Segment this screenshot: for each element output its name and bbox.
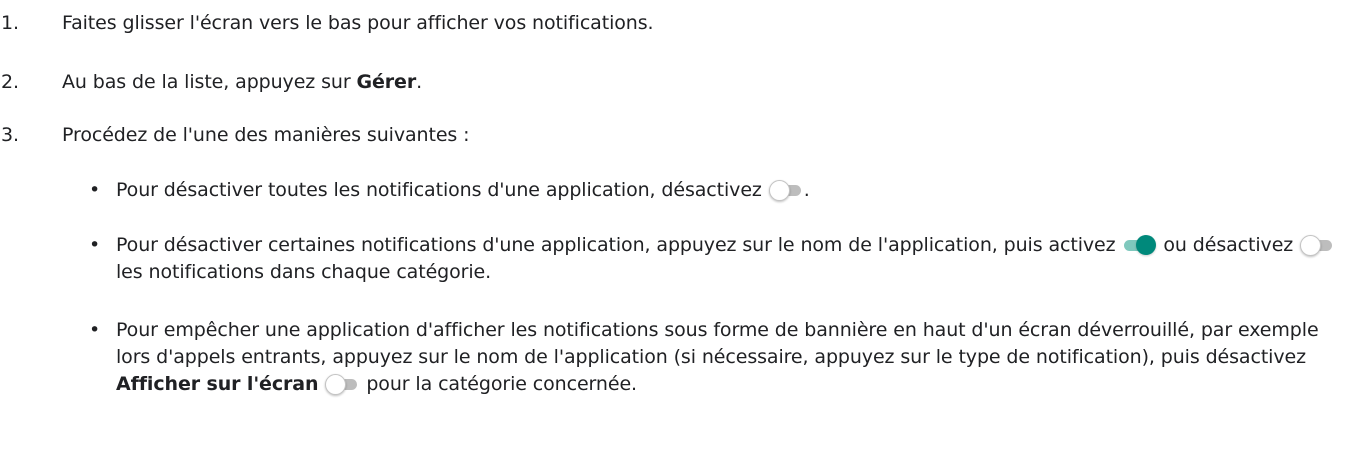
step-text: Procédez de l'une des manières suivantes… — [62, 124, 470, 146]
step-number: 1. — [1, 12, 19, 34]
bullet-text: Pour désactiver certaines notifications … — [116, 234, 1335, 283]
step-number: 2. — [1, 71, 19, 93]
toggle-on-icon — [1122, 234, 1157, 256]
bullet-text-part: Pour désactiver toutes les notifications… — [116, 179, 768, 201]
bullet-item-2: • Pour désactiver certaines notification… — [0, 232, 1359, 286]
step-1: 1. Faites glisser l'écran vers le bas po… — [0, 10, 1359, 37]
toggle-off-icon — [1300, 234, 1334, 256]
step-2: 2. Au bas de la liste, appuyez sur Gérer… — [0, 69, 1359, 96]
bullet-text-part: les notifications dans chaque catégorie. — [116, 261, 492, 283]
bullet-item-3: • Pour empêcher une application d'affich… — [0, 317, 1359, 398]
toggle-knob — [1300, 235, 1322, 256]
step-text-after: . — [416, 71, 423, 93]
step-number: 3. — [1, 124, 19, 146]
toggle-knob — [1136, 235, 1157, 255]
bullet-text-part: . — [803, 179, 810, 201]
manage-label: Gérer — [356, 71, 417, 93]
bullet-text-part: pour la catégorie concernée. — [360, 373, 637, 395]
toggle-off-icon — [325, 373, 359, 395]
step-text: Au bas de la liste, appuyez sur Gérer. — [62, 71, 422, 93]
bullet-text-part: ou désactivez — [1157, 234, 1300, 256]
toggle-knob — [768, 180, 790, 201]
bullet-icon: • — [89, 179, 101, 201]
show-on-screen-label: Afficher sur l'écran — [116, 373, 319, 395]
bullet-icon: • — [89, 319, 101, 341]
bullet-icon: • — [89, 234, 101, 256]
toggle-off-icon — [768, 179, 803, 201]
step-text: Faites glisser l'écran vers le bas pour … — [62, 12, 654, 34]
step-3: 3. Procédez de l'une des manières suivan… — [0, 122, 1359, 149]
step-text-before: Au bas de la liste, appuyez sur — [62, 71, 357, 93]
bullet-text: Pour empêcher une application d'afficher… — [116, 319, 1319, 395]
bullet-text-part: Pour désactiver certaines notifications … — [116, 234, 1122, 256]
bullet-item-1: • Pour désactiver toutes les notificatio… — [0, 177, 1359, 204]
bullet-text: Pour désactiver toutes les notifications… — [116, 179, 810, 201]
bullet-text-part: Pour empêcher une application d'afficher… — [116, 319, 1319, 368]
toggle-knob — [325, 374, 347, 395]
